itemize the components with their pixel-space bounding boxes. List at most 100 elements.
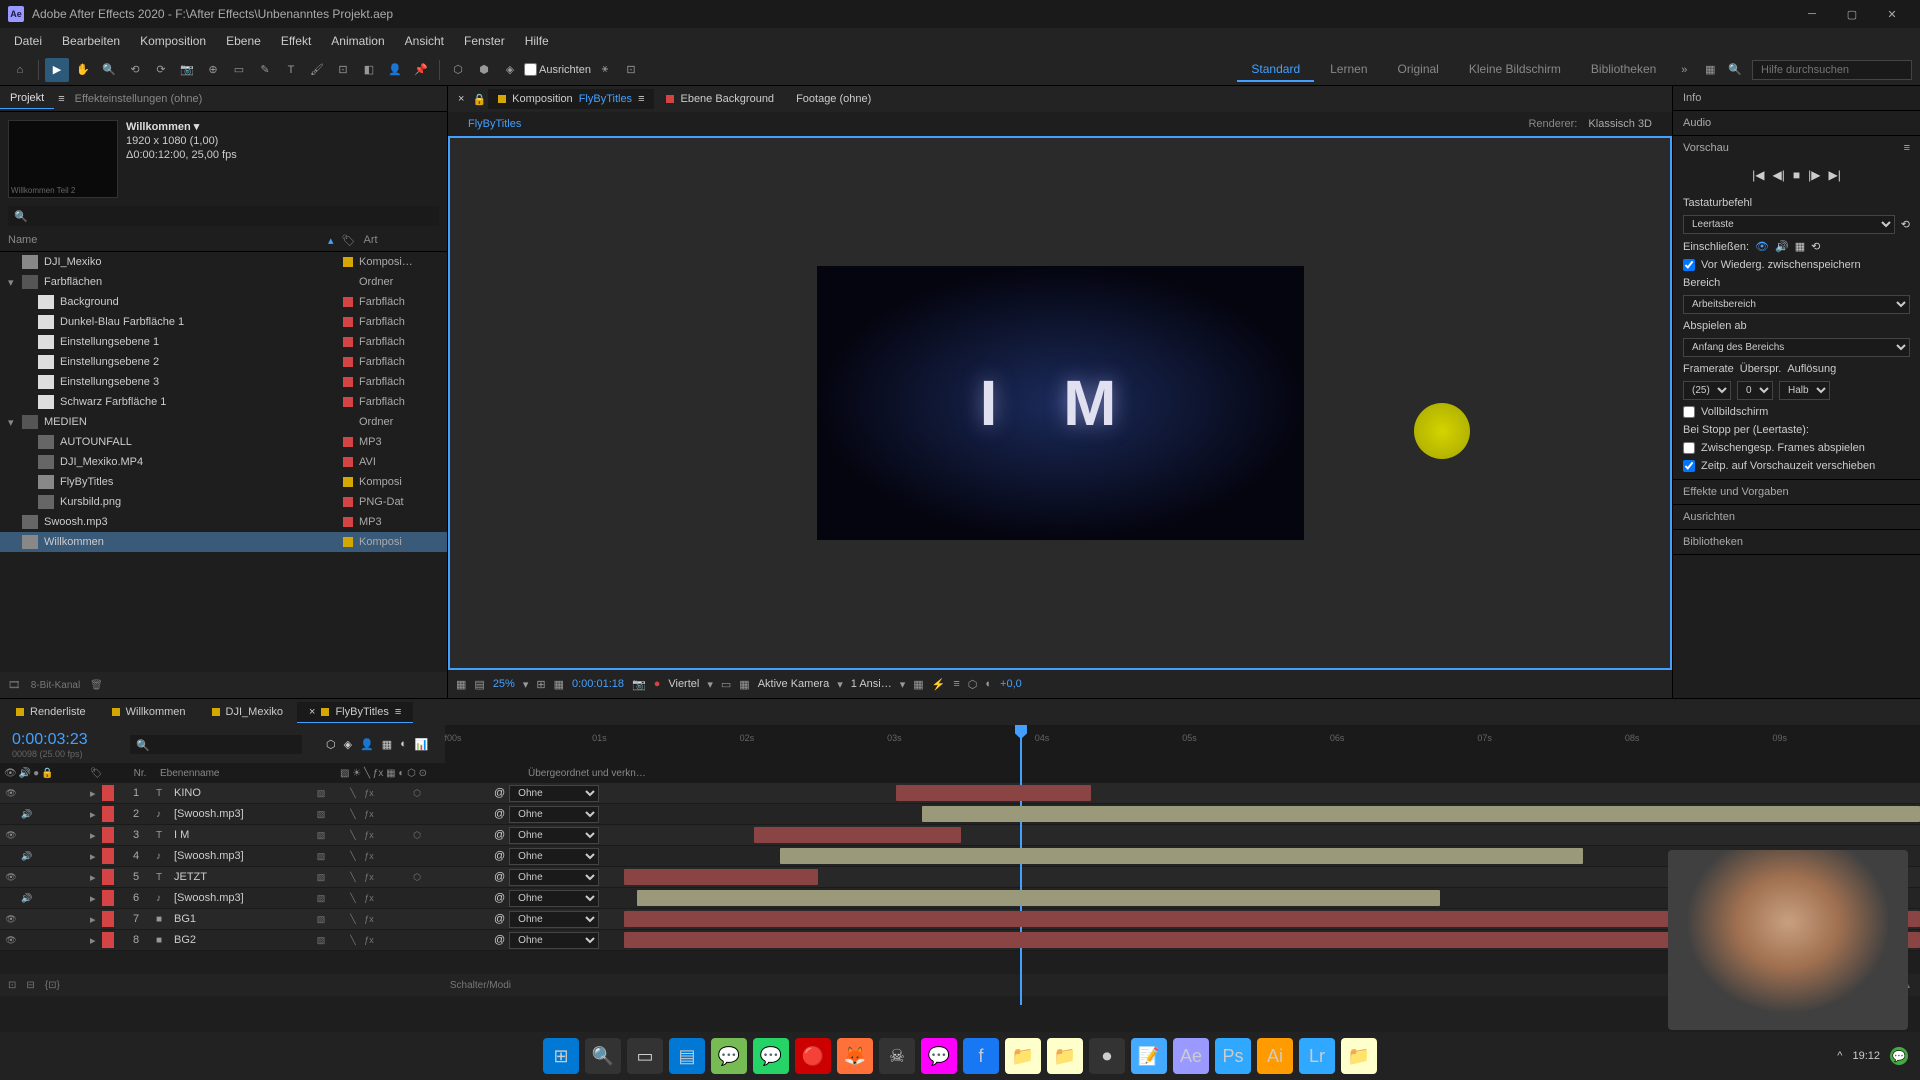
visibility-toggle[interactable]: 👁	[4, 870, 18, 884]
frame-blend-icon[interactable]: ▦	[382, 738, 392, 751]
name-col-header[interactable]: Ebenenname	[160, 768, 340, 779]
taskbar-app-icon[interactable]: 📁	[1047, 1038, 1083, 1074]
timeline-layer[interactable]: 👁▸8■BG2▧╲ƒx@Ohne	[0, 930, 1920, 951]
stop-button[interactable]: ■	[1793, 168, 1800, 182]
workspace-tab[interactable]: Lernen	[1316, 58, 1381, 82]
workspace-overflow-icon[interactable]: »	[1672, 58, 1696, 82]
workspace-tab[interactable]: Bibliotheken	[1577, 58, 1670, 82]
comp-mini-flowchart-icon[interactable]: ⬡	[326, 738, 336, 751]
shape-tool[interactable]: ▭	[227, 58, 251, 82]
workspace-tab[interactable]: Original	[1384, 58, 1453, 82]
snap-face-icon[interactable]: ◈	[498, 58, 522, 82]
taskbar-app-icon[interactable]: 🔴	[795, 1038, 831, 1074]
project-item[interactable]: Dunkel-Blau Farbfläche 1Farbfläch	[0, 312, 447, 332]
next-frame-button[interactable]: |▶	[1808, 168, 1820, 182]
taskbar-app-icon[interactable]: ▤	[669, 1038, 705, 1074]
project-thumbnail[interactable]: Willkommen Teil 2	[8, 120, 118, 198]
parent-select[interactable]: Ohne	[509, 827, 599, 844]
comp-tab[interactable]: KompositionFlyByTitles≡	[488, 89, 654, 109]
project-item[interactable]: WillkommenKomposi	[0, 532, 447, 552]
timeline-tab[interactable]: ×FlyByTitles≡	[297, 702, 413, 723]
roi-icon[interactable]: ▭	[721, 678, 731, 691]
interpret-footage-icon[interactable]: 🎞	[8, 680, 21, 691]
guides-icon[interactable]: ▦	[554, 678, 564, 691]
taskbar-app-icon[interactable]: ⊞	[543, 1038, 579, 1074]
parent-select[interactable]: Ohne	[509, 848, 599, 865]
project-item[interactable]: Einstellungsebene 1Farbfläch	[0, 332, 447, 352]
pan-behind-tool[interactable]: ⊕	[201, 58, 225, 82]
visibility-toggle[interactable]: 👁	[4, 786, 18, 800]
workspace-tab[interactable]: Standard	[1237, 58, 1314, 82]
include-video-icon[interactable]: 👁	[1755, 240, 1769, 253]
audio-toggle[interactable]	[20, 933, 34, 947]
home-button[interactable]: ⌂	[8, 58, 32, 82]
taskbar-app-icon[interactable]: 🔍	[585, 1038, 621, 1074]
first-frame-button[interactable]: |◀	[1752, 168, 1764, 182]
pickwhip-icon[interactable]: @	[494, 913, 505, 925]
snapshot-icon[interactable]: 📷	[632, 678, 646, 691]
taskbar-clock[interactable]: 19:12	[1852, 1050, 1880, 1062]
timeline-layer[interactable]: 👁▸7■BG1▧╲ƒx@Ohne	[0, 909, 1920, 930]
parent-select[interactable]: Ohne	[509, 932, 599, 949]
menu-ebene[interactable]: Ebene	[216, 30, 271, 52]
pickwhip-icon[interactable]: @	[494, 808, 505, 820]
visibility-toggle[interactable]: 👁	[4, 933, 18, 947]
audio-toggle[interactable]: 🔊	[20, 891, 34, 905]
fullscreen-checkbox[interactable]	[1683, 406, 1695, 418]
project-item[interactable]: AUTOUNFALLMP3	[0, 432, 447, 452]
rotate-tool[interactable]: ⟳	[149, 58, 173, 82]
label-header-icon[interactable]: 🏷	[342, 234, 356, 247]
zoom-dropdown[interactable]: 25%	[493, 678, 515, 690]
type-tool[interactable]: T	[279, 58, 303, 82]
timeline-icon[interactable]: ≡	[953, 678, 959, 690]
cache-checkbox[interactable]	[1683, 259, 1695, 271]
taskbar-app-icon[interactable]: 💬	[711, 1038, 747, 1074]
motion-blur-icon[interactable]: ◐	[400, 738, 407, 750]
include-audio-icon[interactable]: 🔊	[1775, 240, 1789, 253]
resolution-dropdown[interactable]: Viertel	[668, 678, 699, 690]
last-frame-button[interactable]: ▶|	[1828, 168, 1840, 182]
solo-col-icon[interactable]: ●	[33, 768, 39, 779]
parent-select[interactable]: Ohne	[509, 785, 599, 802]
layer-bar[interactable]	[754, 827, 961, 843]
project-item[interactable]: BackgroundFarbfläch	[0, 292, 447, 312]
timeline-timecode[interactable]: 0:00:03:23	[12, 731, 118, 749]
visibility-toggle[interactable]	[4, 849, 18, 863]
visibility-toggle[interactable]: 👁	[4, 828, 18, 842]
taskbar-app-icon[interactable]: ⏺	[1089, 1038, 1125, 1074]
audio-col-icon[interactable]: 🔊	[19, 768, 31, 779]
parent-select[interactable]: Ohne	[509, 806, 599, 823]
project-item[interactable]: DJI_MexikoKomposi…	[0, 252, 447, 272]
orbit-tool[interactable]: ⟲	[123, 58, 147, 82]
bpc-toggle[interactable]: 8-Bit-Kanal	[31, 680, 80, 691]
panel-tab[interactable]: Projekt	[0, 88, 54, 109]
taskbar-app-icon[interactable]: 💬	[921, 1038, 957, 1074]
menu-ansicht[interactable]: Ansicht	[395, 30, 454, 52]
close-tab-icon[interactable]: ×	[452, 93, 470, 105]
snapping-checkbox[interactable]	[524, 63, 537, 76]
preview-panel-header[interactable]: Vorschau	[1683, 142, 1729, 154]
project-item[interactable]: Schwarz Farbfläche 1Farbfläch	[0, 392, 447, 412]
taskbar-app-icon[interactable]: 📁	[1005, 1038, 1041, 1074]
toggle-modes-icon[interactable]: ⊟	[26, 980, 34, 991]
video-col-icon[interactable]: 👁	[4, 768, 17, 779]
layer-bar[interactable]	[624, 869, 818, 885]
taskbar-app-icon[interactable]: 💬	[753, 1038, 789, 1074]
roto-tool[interactable]: 👤	[383, 58, 407, 82]
parent-select[interactable]: Ohne	[509, 869, 599, 886]
timeline-layer[interactable]: 👁▸3TI M▧╲ƒx⬡@Ohne	[0, 825, 1920, 846]
parent-col-header[interactable]: Übergeordnet und verkn…	[520, 768, 810, 779]
pickwhip-icon[interactable]: @	[494, 934, 505, 946]
timeline-tab[interactable]: Renderliste	[4, 702, 98, 722]
pickwhip-icon[interactable]: @	[494, 850, 505, 862]
timeline-search-input[interactable]	[130, 735, 302, 754]
layer-bar[interactable]	[922, 806, 1920, 822]
visibility-toggle[interactable]	[4, 807, 18, 821]
playfrom-select[interactable]: Anfang des Bereichs	[1683, 338, 1910, 357]
audio-toggle[interactable]	[20, 786, 34, 800]
lock-tab-icon[interactable]: 🔒	[472, 93, 486, 106]
exposure-reset-icon[interactable]: ◐	[985, 678, 992, 690]
zoom-chevron-icon[interactable]: ▾	[523, 678, 529, 691]
alpha-toggle-icon[interactable]: ▦	[456, 678, 466, 691]
prev-frame-button[interactable]: ◀|	[1773, 168, 1785, 182]
